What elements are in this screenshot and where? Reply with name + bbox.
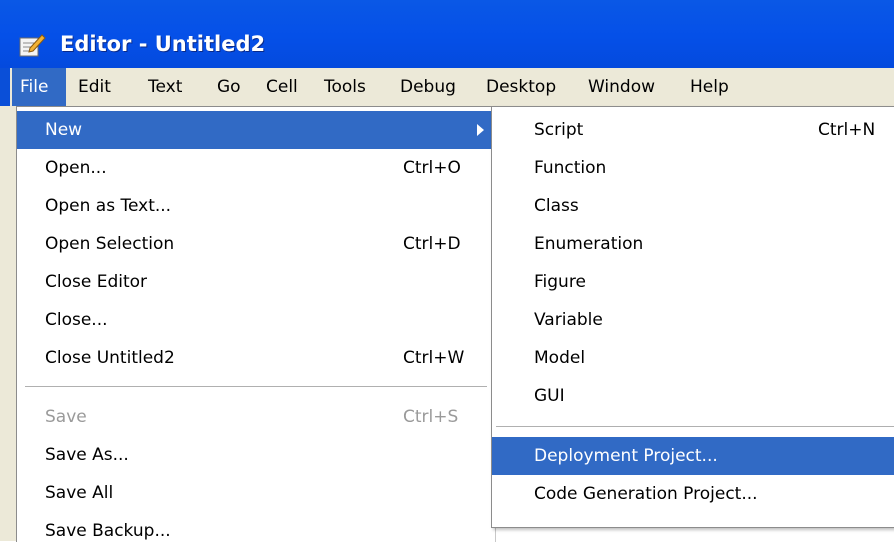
editor-pencil-icon — [19, 34, 46, 57]
file-menu-close[interactable]: Close... — [17, 301, 491, 339]
menu-item-label: New — [45, 120, 83, 140]
new-class[interactable]: Class — [492, 187, 894, 225]
file-menu: New Open... Ctrl+O Open as Text... Open … — [16, 106, 496, 542]
menu-desktop[interactable]: Desktop — [486, 68, 556, 106]
menu-cell[interactable]: Cell — [266, 68, 298, 106]
new-figure[interactable]: Figure — [492, 263, 894, 301]
menu-item-label: Save All — [45, 483, 114, 503]
shortcut-label: Ctrl+N — [818, 120, 876, 140]
file-menu-open-selection[interactable]: Open Selection Ctrl+D — [17, 225, 491, 263]
new-deployment-project[interactable]: Deployment Project... — [492, 437, 894, 475]
menu-item-label: Save — [45, 407, 87, 427]
menu-item-label: Function — [534, 158, 607, 178]
editor-background — [0, 106, 16, 541]
menu-go[interactable]: Go — [217, 68, 241, 106]
menu-item-label: Script — [534, 120, 584, 140]
menu-item-label: Variable — [534, 310, 603, 330]
file-menu-save-all[interactable]: Save All — [17, 474, 491, 512]
menu-item-label: Enumeration — [534, 234, 644, 254]
menu-tools[interactable]: Tools — [324, 68, 366, 106]
menu-item-label: Open Selection — [45, 234, 175, 254]
menu-item-label: Close Untitled2 — [45, 348, 175, 368]
menu-item-label: Save Backup... — [45, 521, 171, 541]
menu-debug[interactable]: Debug — [400, 68, 456, 106]
menu-text[interactable]: Text — [148, 68, 182, 106]
file-menu-close-untitled2[interactable]: Close Untitled2 Ctrl+W — [17, 339, 491, 377]
shortcut-label: Ctrl+D — [403, 234, 461, 254]
menu-item-label: Code Generation Project... — [534, 484, 758, 504]
menu-item-label: Class — [534, 196, 579, 216]
menu-item-label: GUI — [534, 386, 565, 406]
new-function[interactable]: Function — [492, 149, 894, 187]
menu-bar: File Edit Text Go Cell Tools Debug Deskt… — [10, 68, 894, 107]
new-script[interactable]: Script Ctrl+N — [492, 111, 894, 149]
new-submenu: Script Ctrl+N Function Class Enumeration… — [491, 106, 894, 528]
menu-file[interactable]: File — [12, 68, 66, 106]
menu-item-label: Close Editor — [45, 272, 148, 292]
file-menu-save-as[interactable]: Save As... — [17, 436, 491, 474]
file-menu-open-as-text[interactable]: Open as Text... — [17, 187, 491, 225]
menu-separator — [25, 386, 487, 387]
menu-item-label: Model — [534, 348, 586, 368]
file-menu-close-editor[interactable]: Close Editor — [17, 263, 491, 301]
menu-item-label: Deployment Project... — [534, 446, 718, 466]
shortcut-label: Ctrl+W — [403, 348, 465, 368]
shortcut-label: Ctrl+S — [403, 407, 459, 427]
menu-edit[interactable]: Edit — [78, 68, 111, 106]
window-title: Editor - Untitled2 — [60, 32, 266, 56]
file-menu-open[interactable]: Open... Ctrl+O — [17, 149, 491, 187]
file-menu-save-backup[interactable]: Save Backup... — [17, 512, 491, 550]
new-variable[interactable]: Variable — [492, 301, 894, 339]
menu-item-label: Open as Text... — [45, 196, 172, 216]
new-code-generation-project[interactable]: Code Generation Project... — [492, 475, 894, 513]
file-menu-new[interactable]: New — [17, 111, 491, 149]
shortcut-label: Ctrl+O — [403, 158, 461, 178]
new-model[interactable]: Model — [492, 339, 894, 377]
menu-item-label: Close... — [45, 310, 108, 330]
new-enumeration[interactable]: Enumeration — [492, 225, 894, 263]
menu-item-label: Save As... — [45, 445, 129, 465]
menu-item-label: Figure — [534, 272, 586, 292]
file-menu-save: Save Ctrl+S — [17, 398, 491, 436]
menu-item-label: Open... — [45, 158, 107, 178]
menu-help[interactable]: Help — [690, 68, 729, 106]
menu-separator — [496, 426, 894, 427]
new-gui[interactable]: GUI — [492, 377, 894, 415]
menu-window[interactable]: Window — [588, 68, 655, 106]
submenu-arrow-icon — [477, 124, 484, 136]
